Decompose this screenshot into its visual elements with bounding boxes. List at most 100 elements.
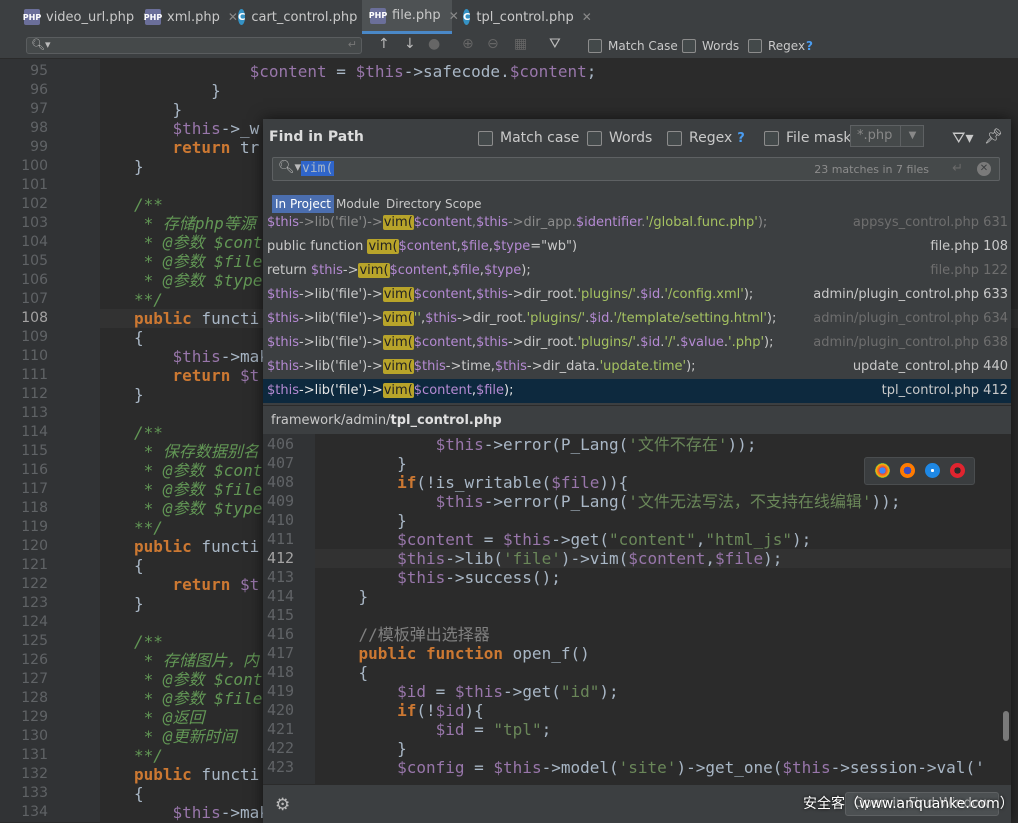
search-result-row[interactable]: $this->lib('file')->vim($content,$this->… xyxy=(263,214,1011,235)
tab-tpl-control[interactable]: C tpl_control.php ✕ xyxy=(455,0,592,34)
chrome-icon[interactable] xyxy=(875,463,890,478)
regex-help-link[interactable]: ? xyxy=(737,131,745,146)
gear-icon[interactable]: ⚙ xyxy=(275,795,290,815)
scope-scope[interactable]: Scope xyxy=(445,197,482,211)
checkbox-box xyxy=(667,130,682,146)
enter-icon: ↵ xyxy=(952,161,963,176)
match-case-checkbox[interactable]: Match case xyxy=(478,130,579,146)
code-line: * @更新时间 xyxy=(134,727,237,746)
code-preview[interactable]: 406 407 408 409 410 411 412 413 414 415 416 417 418 4… xyxy=(263,434,1011,784)
search-query: vim( xyxy=(301,161,335,176)
php-file-icon: PHP xyxy=(369,7,387,24)
preview-line-number: 408 xyxy=(267,473,295,491)
filter-icon[interactable]: ⛛▾ xyxy=(952,128,973,148)
pin-icon[interactable]: 📌︎ xyxy=(984,127,1003,145)
search-result-row[interactable]: $this->lib('file')->vim($content,$this->… xyxy=(263,283,1011,307)
line-number: 108 xyxy=(21,310,48,326)
line-number: 102 xyxy=(21,196,48,212)
search-result-row[interactable]: return $this->vim($content,$file,$type);… xyxy=(263,259,1011,283)
result-code: $this->lib('file')->vim($this->time,$thi… xyxy=(267,359,696,374)
scrollbar[interactable] xyxy=(1003,711,1009,741)
line-number: 133 xyxy=(21,785,48,801)
select-all-occurrences-icon[interactable]: ● xyxy=(428,36,440,52)
preview-line-number: 415 xyxy=(267,606,295,624)
tab-xml[interactable]: PHP xml.php ✕ xyxy=(137,0,238,34)
code-line: **/ xyxy=(134,290,163,309)
regex-checkbox[interactable]: Regex xyxy=(748,39,805,53)
code-line: { xyxy=(134,556,144,575)
search-result-row[interactable]: public function vim($content,$file,$type… xyxy=(263,235,1011,259)
code-line: { xyxy=(134,328,144,347)
code-line: return tr xyxy=(172,138,260,157)
code-line: * @参数 $type xyxy=(134,499,263,518)
search-result-row[interactable]: $this->lib('file')->vim('',$this->dir_ro… xyxy=(263,307,1011,331)
checkbox-box xyxy=(588,39,602,53)
line-number: 98 xyxy=(30,120,48,136)
select-all-icon[interactable]: ▦ xyxy=(514,36,527,52)
chevron-down-icon[interactable]: ▼ xyxy=(900,125,924,147)
search-result-row[interactable]: $this->lib('file')->vim($content,$this->… xyxy=(263,331,1011,355)
close-icon[interactable]: ✕ xyxy=(582,10,592,24)
result-code: $this->lib('file')->vim($content,$this->… xyxy=(267,335,774,350)
preview-code-line: //模板弹出选择器 xyxy=(358,625,490,644)
tab-label: xml.php xyxy=(167,9,220,25)
file-mask-checkbox[interactable]: File mask: xyxy=(764,130,856,146)
next-occurrence-icon[interactable]: ↓ xyxy=(404,36,416,52)
search-result-row[interactable]: $this->lib('file')->vim($this->time,$thi… xyxy=(263,355,1011,379)
code-line: * @参数 $file xyxy=(134,252,263,271)
find-input[interactable]: 🔍︎▾ ↵ xyxy=(26,37,362,54)
preview-code-line: $this->error(P_Lang('文件不存在')); xyxy=(435,435,757,454)
browser-preview-toolbar xyxy=(864,457,975,485)
add-occurrence-icon[interactable]: ⊕ xyxy=(462,36,474,52)
words-checkbox[interactable]: Words xyxy=(587,130,652,146)
preview-code-line: $content = $this->get("content","html_js… xyxy=(397,530,812,549)
preview-line-number: 417 xyxy=(267,644,295,662)
code-line: * @参数 $cont xyxy=(134,461,263,480)
code-line: $this->mak xyxy=(172,347,269,366)
filter-icon[interactable]: ⛛ xyxy=(549,36,561,52)
previous-occurrence-icon[interactable]: ↑ xyxy=(378,36,390,52)
code-line: **/ xyxy=(134,746,163,765)
code-line: * 存储图片，内 xyxy=(134,651,259,670)
preview-code-line: $config = $this->model('site')->get_one(… xyxy=(397,758,985,777)
preview-code-line: $id = $this->get("id"); xyxy=(397,682,619,701)
tab-file[interactable]: PHP file.php ✕ xyxy=(362,0,459,34)
scope-module[interactable]: Module xyxy=(336,197,380,211)
scope-in-project[interactable]: In Project xyxy=(272,195,335,213)
opera-icon[interactable] xyxy=(950,463,965,478)
tab-video-url[interactable]: PHP video_url.php ✕ xyxy=(16,0,152,34)
line-number: 106 xyxy=(21,272,48,288)
safari-icon[interactable] xyxy=(925,463,940,478)
line-number: 105 xyxy=(21,253,48,269)
preview-gutter: 406 407 408 409 410 411 412 413 414 415 416 417 418 4… xyxy=(263,434,315,784)
clear-icon[interactable]: ✕ xyxy=(977,162,991,176)
search-result-row[interactable]: $this->lib('file')->vim($content,$file);… xyxy=(263,379,1011,403)
line-number: 120 xyxy=(21,538,48,554)
regex-help-link[interactable]: ? xyxy=(806,39,813,53)
line-number: 117 xyxy=(21,481,48,497)
code-line: * @参数 $file xyxy=(134,480,263,499)
preview-line-number: 416 xyxy=(267,625,295,643)
checkbox-box xyxy=(587,130,602,146)
match-case-checkbox[interactable]: Match Case xyxy=(588,39,678,53)
remove-occurrence-icon[interactable]: ⊖ xyxy=(487,36,499,52)
path-prefix: framework/admin/ xyxy=(271,413,391,428)
preview-code-line: } xyxy=(320,739,407,758)
line-number: 118 xyxy=(21,500,48,516)
firefox-icon[interactable] xyxy=(900,463,915,478)
search-results-list: $this->lib('file')->vim($content,$this->… xyxy=(263,214,1011,404)
words-checkbox[interactable]: Words xyxy=(682,39,739,53)
scope-directory[interactable]: Directory xyxy=(386,197,441,211)
result-file: tpl_control.php 412 xyxy=(881,383,1008,398)
code-line: public functi xyxy=(134,765,260,784)
line-number: 104 xyxy=(21,234,48,250)
tab-cart-control[interactable]: C cart_control.php ✕ xyxy=(230,0,375,34)
find-bar: 🔍︎▾ ↵ ↑ ↓ ● ⊕ ⊖ ▦ ⛛ Match Case Words Reg… xyxy=(0,34,1018,59)
preview-code-line: $this->error(P_Lang('文件无法写法，不支持在线编辑')); xyxy=(435,492,901,511)
regex-checkbox[interactable]: Regex ? xyxy=(667,130,745,146)
code-line: public functi xyxy=(134,537,260,556)
preview-line-number: 412 xyxy=(267,549,295,567)
tab-label: cart_control.php xyxy=(251,9,358,25)
checkbox-box xyxy=(682,39,696,53)
search-input[interactable]: 🔍︎▾ vim( 23 matches in 7 files ↵ ✕ xyxy=(272,157,1000,181)
